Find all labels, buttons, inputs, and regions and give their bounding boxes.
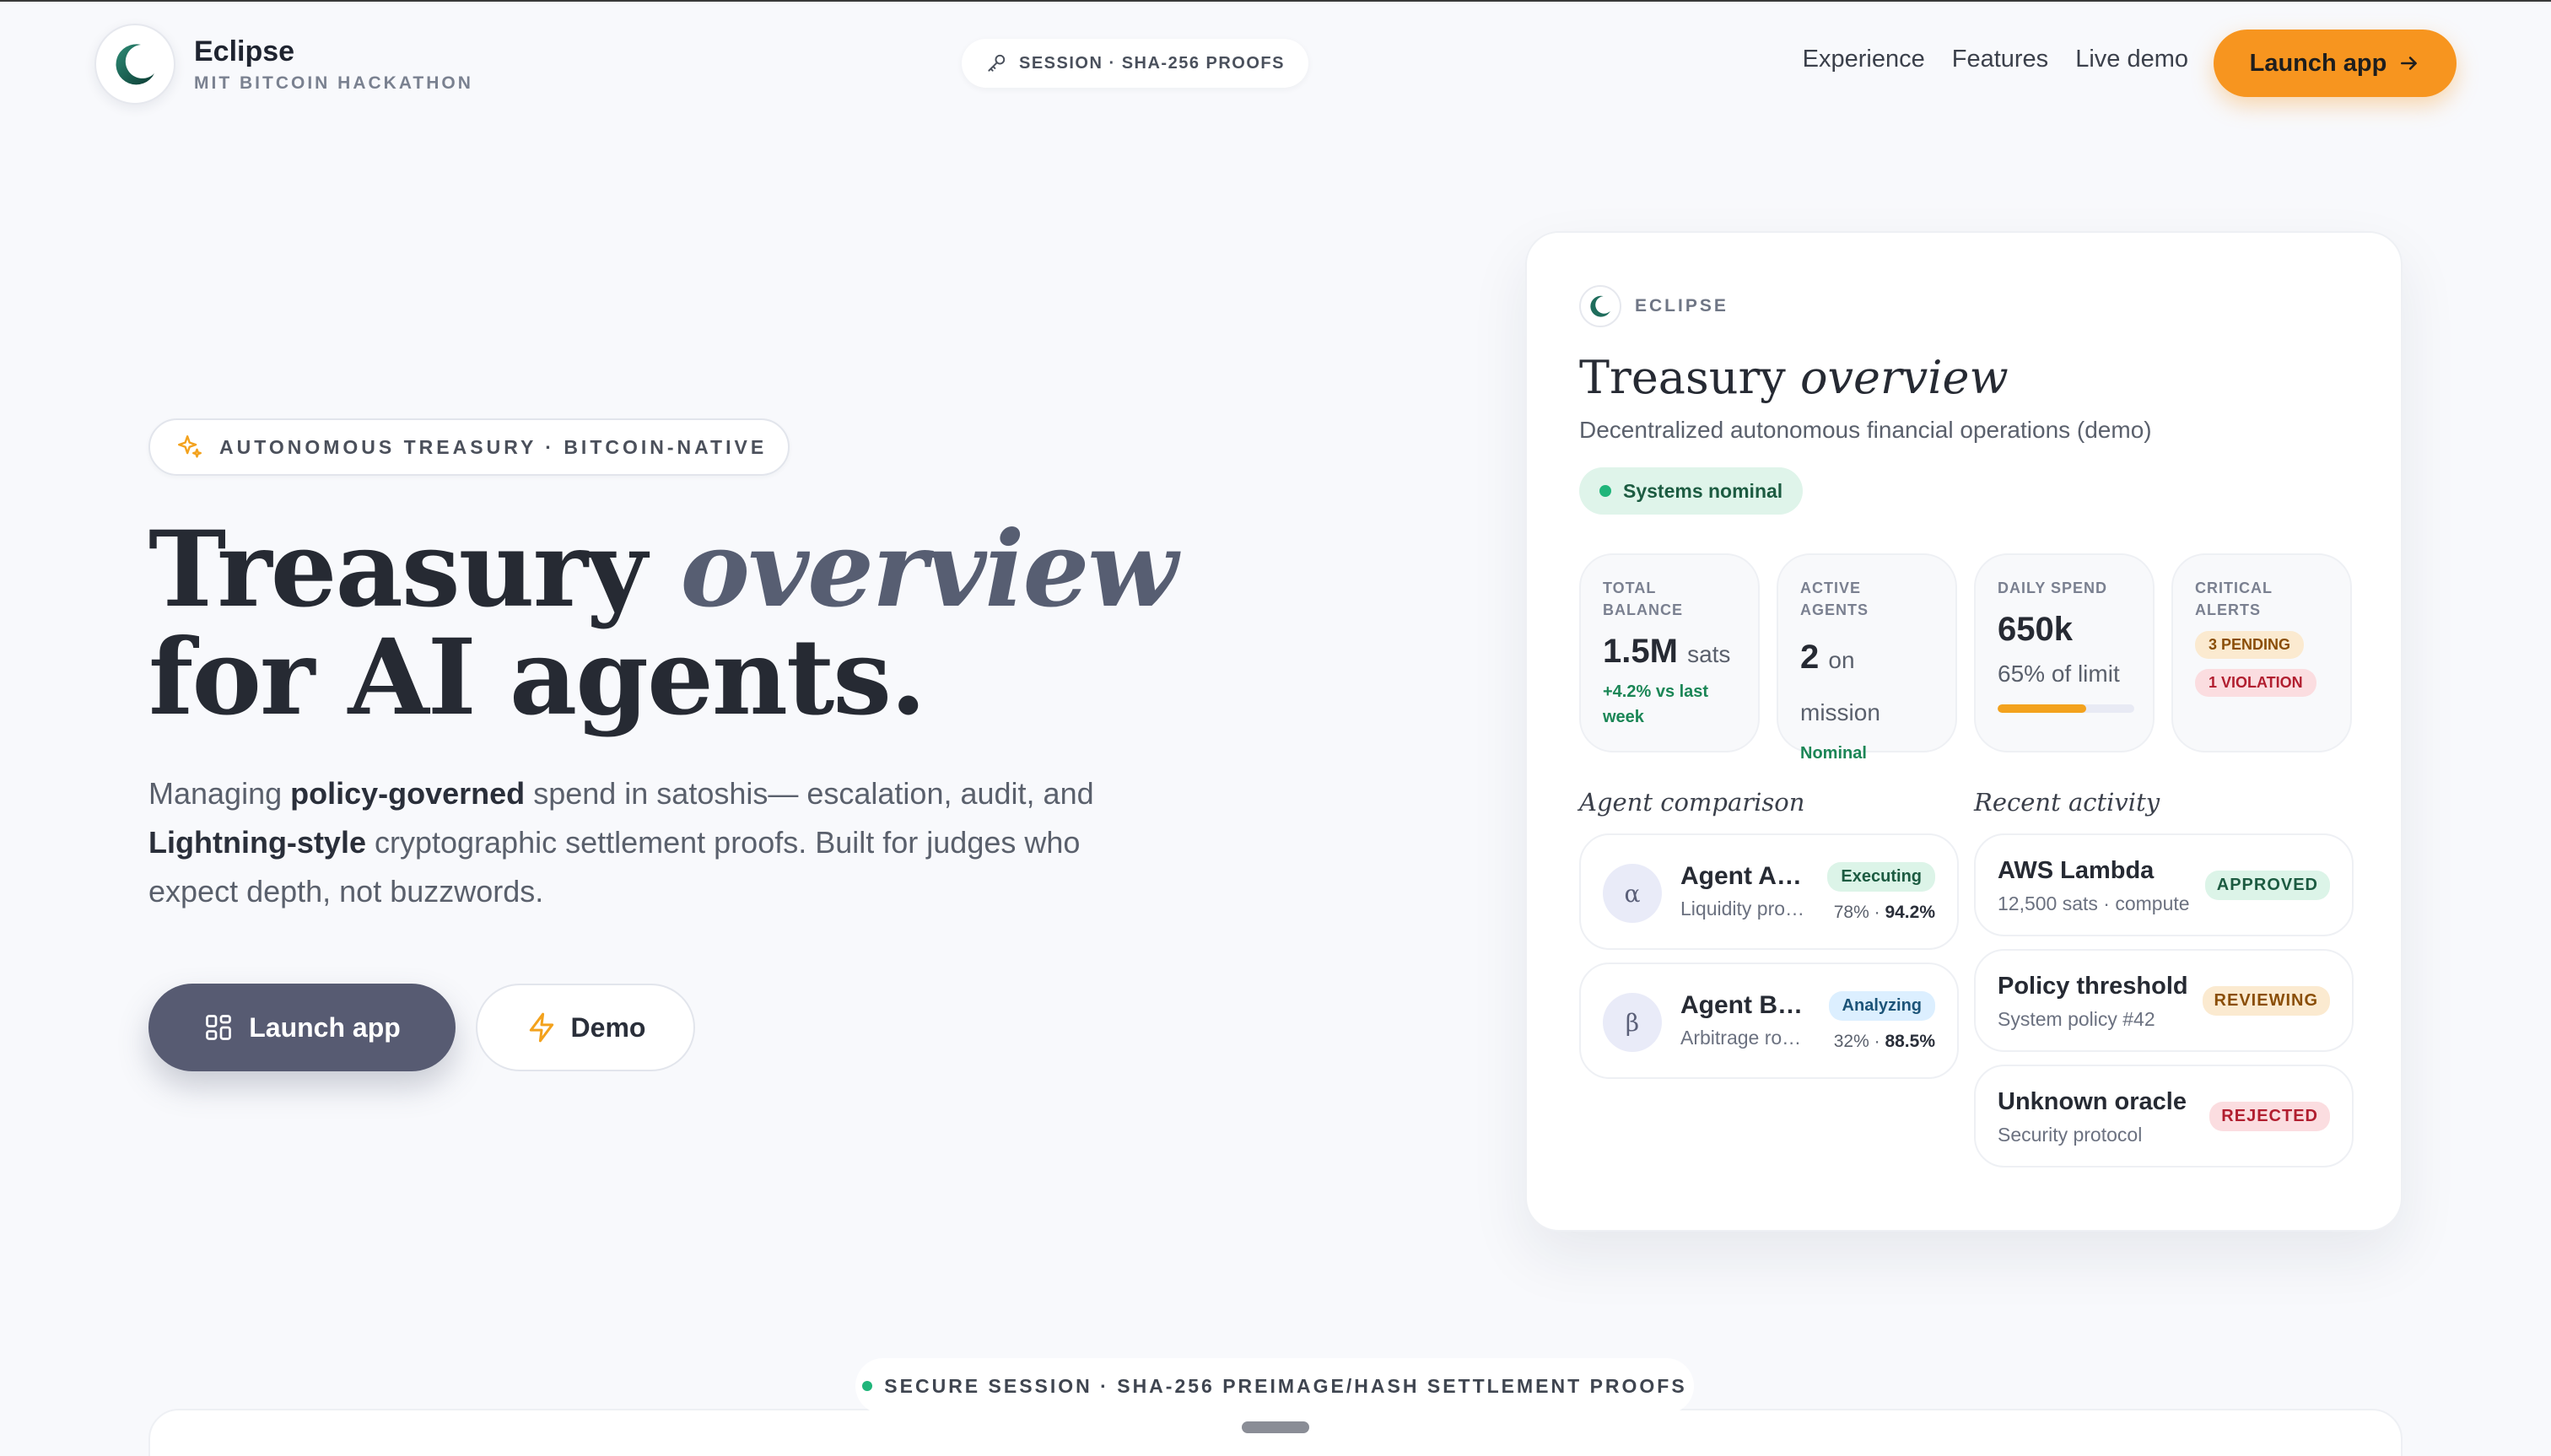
- lead-bold-2: Lightning-style: [148, 825, 366, 860]
- hero-demo-label: Demo: [570, 1011, 646, 1043]
- nav-link-experience[interactable]: Experience: [1803, 46, 1925, 73]
- agent-stats: 78% · 94.2%: [1833, 903, 1935, 922]
- metric-daily-spend: DAILY SPEND 650k 65% of limit: [1974, 553, 2155, 752]
- metric-value: 2 on mission: [1800, 633, 1933, 737]
- card-brand: ECLIPSE: [1579, 285, 1729, 327]
- eclipse-logo-icon: [94, 24, 175, 105]
- nav-links: Experience Features Live demo: [1803, 46, 2188, 73]
- activity-status-badge: APPROVED: [2204, 871, 2330, 900]
- hero-title-line2: for AI agents.: [148, 617, 926, 739]
- metric-status: Nominal: [1800, 744, 1867, 763]
- metric-label: TOTAL BALANCE: [1603, 580, 1683, 618]
- balance-unit: sats: [1687, 641, 1731, 667]
- violation-alerts-badge[interactable]: 1 VIOLATION: [2195, 669, 2316, 697]
- activity-subtitle: System policy #42: [1998, 1008, 2155, 1030]
- status-badge: Systems nominal: [1579, 467, 1804, 515]
- agent-name: Agent Beta: [1680, 991, 1807, 1019]
- agent-progress: 32%: [1833, 1032, 1869, 1051]
- activity-title: Policy threshold: [1998, 973, 2188, 1000]
- agent-avatar: α: [1603, 864, 1662, 923]
- hero-badge-label: AUTONOMOUS TREASURY · BITCOIN-NATIVE: [219, 435, 768, 458]
- activity-item[interactable]: AWS Lambda 12,500 sats · compute APPROVE…: [1974, 833, 2354, 936]
- lightning-icon: [529, 1012, 553, 1043]
- metric-critical-alerts: CRITICAL ALERTS 3 PENDING 1 VIOLATION: [2171, 553, 2352, 752]
- hero-title: Treasury overview for AI agents.: [148, 516, 1178, 732]
- arrow-right-icon: [2401, 57, 2418, 70]
- metric-value: 650k: [1998, 611, 2073, 648]
- card-title-word: Treasury: [1579, 351, 1786, 404]
- status-dot-icon: [1599, 485, 1611, 497]
- agent-status-badge: Executing: [1827, 862, 1935, 892]
- nav-launch-app-button[interactable]: Launch app: [2214, 30, 2457, 97]
- brand-subtitle: MIT BITCOIN HACKATHON: [194, 73, 473, 93]
- activity-item[interactable]: Unknown oracle Security protocol REJECTE…: [1974, 1065, 2354, 1167]
- agent-progress: 78%: [1833, 903, 1869, 922]
- brand-name: Eclipse: [194, 35, 295, 67]
- card-title: Treasury overview: [1579, 351, 2009, 404]
- hero-launch-app-label: Launch app: [249, 1011, 401, 1043]
- agent-stats: 32% · 88.5%: [1833, 1032, 1935, 1051]
- secure-dot-icon: [862, 1381, 873, 1391]
- lead-bold-1: policy-governed: [290, 776, 526, 811]
- metric-active-agents: ACTIVE AGENTS 2 on mission Nominal: [1777, 553, 1957, 763]
- hero-lead: Managing policy-governed spend in satosh…: [148, 769, 1110, 916]
- activity-subtitle: 12,500 sats · compute: [1998, 892, 2190, 914]
- nav-launch-app-label: Launch app: [2249, 49, 2387, 77]
- agent-comparison-heading: Agent comparison: [1579, 788, 1805, 817]
- hero-demo-button[interactable]: Demo: [476, 984, 695, 1071]
- agent-avatar: β: [1603, 993, 1662, 1052]
- drag-handle[interactable]: [1242, 1421, 1309, 1433]
- grid-icon: [206, 1015, 232, 1040]
- agent-name: Agent Alpha: [1680, 862, 1807, 890]
- metric-value: 1.5M sats: [1603, 633, 1736, 671]
- lead-text-2: spend in satoshis— escalation, audit, an…: [525, 776, 1094, 811]
- agent-card-alpha[interactable]: α Agent Alpha Liquidity provider Executi…: [1579, 833, 1959, 950]
- agent-description: Arbitrage router: [1680, 1027, 1807, 1049]
- eclipse-mini-logo-icon: [1579, 285, 1621, 327]
- activity-status-badge: REVIEWING: [2202, 986, 2330, 1016]
- spend-progress-fill: [1998, 704, 2087, 713]
- activity-title: Unknown oracle: [1998, 1088, 2187, 1115]
- metric-label: DAILY SPEND: [1998, 580, 2108, 596]
- activity-status-badge: REJECTED: [2209, 1102, 2330, 1131]
- activity-title: AWS Lambda: [1998, 857, 2155, 884]
- balance-value: 1.5M: [1603, 633, 1678, 670]
- hero-title-italic: overview: [680, 509, 1178, 631]
- metric-limit-note: 65% of limit: [1998, 661, 2120, 687]
- nav-link-features[interactable]: Features: [1952, 46, 2048, 73]
- activity-subtitle: Security protocol: [1998, 1124, 2143, 1146]
- spend-progress-bar: [1998, 704, 2134, 713]
- hero-launch-app-button[interactable]: Launch app: [148, 984, 456, 1071]
- secure-session-pill: SECURE SESSION · SHA-256 PREIMAGE/HASH S…: [855, 1358, 1694, 1414]
- status-label: Systems nominal: [1623, 479, 1783, 502]
- agent-status-badge: Analyzing: [1828, 991, 1935, 1021]
- activity-item[interactable]: Policy threshold System policy #42 REVIE…: [1974, 949, 2354, 1052]
- agent-card-beta[interactable]: β Agent Beta Arbitrage router Analyzing …: [1579, 963, 1959, 1079]
- key-icon: [988, 54, 1006, 72]
- hero-badge: AUTONOMOUS TREASURY · BITCOIN-NATIVE: [148, 418, 790, 476]
- recent-activity-heading: Recent activity: [1974, 788, 2160, 817]
- agent-description: Liquidity provider: [1680, 898, 1807, 919]
- agents-value: 2: [1800, 639, 1820, 676]
- agent-score: 88.5%: [1885, 1032, 1935, 1051]
- card-subtitle: Decentralized autonomous financial opera…: [1579, 417, 2152, 443]
- secure-session-label: SECURE SESSION · SHA-256 PREIMAGE/HASH S…: [884, 1374, 1687, 1397]
- sparkle-icon: [178, 435, 202, 458]
- card-title-italic: overview: [1799, 351, 2009, 404]
- card-brand-label: ECLIPSE: [1635, 296, 1729, 315]
- brand[interactable]: Eclipse MIT BITCOIN HACKATHON: [94, 24, 473, 105]
- nav-link-live-demo[interactable]: Live demo: [2075, 46, 2188, 73]
- lead-text-1: Managing: [148, 776, 291, 811]
- session-label: SESSION · SHA-256 PROOFS: [1019, 53, 1285, 73]
- treasury-card: ECLIPSE Treasury overview Decentralized …: [1525, 231, 2403, 1232]
- metric-change: +4.2% vs last week: [1603, 682, 1709, 726]
- hero-title-word: Treasury: [148, 509, 647, 631]
- metric-total-balance: TOTAL BALANCE 1.5M sats +4.2% vs last we…: [1579, 553, 1760, 752]
- metric-label: CRITICAL ALERTS: [2195, 580, 2273, 618]
- top-nav: Eclipse MIT BITCOIN HACKATHON SESSION · …: [0, 2, 2551, 127]
- session-pill: SESSION · SHA-256 PROOFS: [962, 39, 1308, 88]
- pending-alerts-badge[interactable]: 3 PENDING: [2195, 631, 2305, 659]
- agent-score: 94.2%: [1885, 903, 1935, 922]
- metric-label: ACTIVE AGENTS: [1800, 580, 1869, 618]
